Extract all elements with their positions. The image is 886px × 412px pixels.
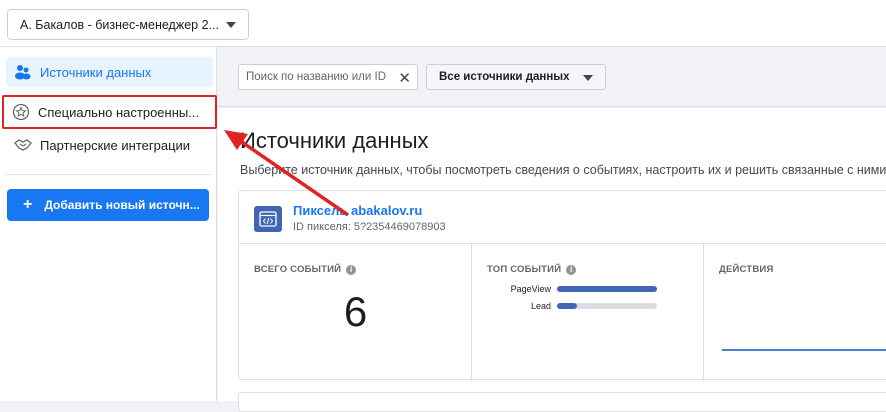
page-title: Источники данных <box>240 128 429 153</box>
sidebar-item-partner-integrations[interactable]: Партнерские интеграции <box>6 130 213 160</box>
total-events-heading: ВСЕГО СОБЫТИЙ i <box>254 264 357 275</box>
event-name: PageView <box>510 284 551 294</box>
activity-line <box>722 349 886 351</box>
sidebar-item-label: Специально настроенны... <box>38 104 200 120</box>
total-events-label: ВСЕГО СОБЫТИЙ <box>254 264 342 275</box>
handshake-icon <box>14 136 32 154</box>
sidebar-divider <box>6 174 211 175</box>
event-bar-fill <box>557 303 577 309</box>
next-card <box>238 392 886 412</box>
main-content: Источники данных Выберите источник данны… <box>218 108 886 412</box>
event-name: Lead <box>530 301 551 311</box>
business-account-select[interactable]: А. Бакалов - бизнес-менеджер 2... <box>7 9 249 40</box>
top-bar: А. Бакалов - бизнес-менеджер 2... <box>0 0 886 47</box>
add-data-source-label: Добавить новый источн... <box>44 198 200 212</box>
total-events-value: 6 <box>343 288 368 335</box>
event-bar-track <box>557 303 657 309</box>
page-description: Выберите источник данных, чтобы посмотре… <box>240 163 886 177</box>
sidebar-item-label: Источники данных <box>40 64 152 80</box>
top-events-section: ТОП СОБЫТИЙ i PageView Lead <box>472 244 704 381</box>
pixel-card[interactable]: Пиксель abakalov.ru ID пикселя: 5?235446… <box>238 190 886 381</box>
sidebar-item-data-sources[interactable]: Источники данных <box>6 57 213 87</box>
chevron-down-icon <box>226 22 236 28</box>
code-window-icon <box>254 206 282 232</box>
plus-icon: + <box>23 196 33 213</box>
sidebar: Источники данных Специально настроенны..… <box>0 47 217 401</box>
top-events-label: ТОП СОБЫТИЙ <box>487 264 562 275</box>
info-icon[interactable]: i <box>566 264 577 275</box>
business-account-label: А. Бакалов - бизнес-менеджер 2... <box>20 17 219 32</box>
search-input[interactable]: Поиск по названию или ID ✕ <box>238 64 418 90</box>
event-bar-fill <box>557 286 657 292</box>
source-type-label: Все источники данных <box>439 71 570 83</box>
pixel-name-link[interactable]: Пиксель abakalov.ru <box>293 203 422 218</box>
actions-label: ДЕЙСТВИЯ <box>719 264 774 275</box>
actions-section: ДЕЙСТВИЯ <box>704 244 886 381</box>
info-icon[interactable]: i <box>346 264 357 275</box>
search-placeholder: Поиск по названию или ID <box>246 71 386 83</box>
sidebar-item-label: Партнерские интеграции <box>40 137 191 153</box>
sidebar-item-custom-conversions[interactable]: Специально настроенны... <box>2 95 217 129</box>
event-row-pageview: PageView <box>472 284 657 294</box>
total-events-section: ВСЕГО СОБЫТИЙ i 6 <box>239 244 472 381</box>
top-events-heading: ТОП СОБЫТИЙ i <box>487 264 577 275</box>
pixel-id: ID пикселя: 5?2354469078903 <box>293 221 446 233</box>
star-badge-icon <box>12 103 30 121</box>
event-bar-track <box>557 286 657 292</box>
chevron-down-icon <box>583 75 593 81</box>
people-icon <box>14 63 32 81</box>
add-data-source-button[interactable]: + Добавить новый источн... <box>7 189 209 221</box>
pixel-card-header: Пиксель abakalov.ru ID пикселя: 5?235446… <box>239 191 886 244</box>
filter-bar: Поиск по названию или ID ✕ Все источники… <box>218 47 886 107</box>
event-row-lead: Lead <box>472 301 657 311</box>
source-type-dropdown[interactable]: Все источники данных <box>426 64 606 90</box>
clear-icon[interactable]: ✕ <box>398 69 411 87</box>
